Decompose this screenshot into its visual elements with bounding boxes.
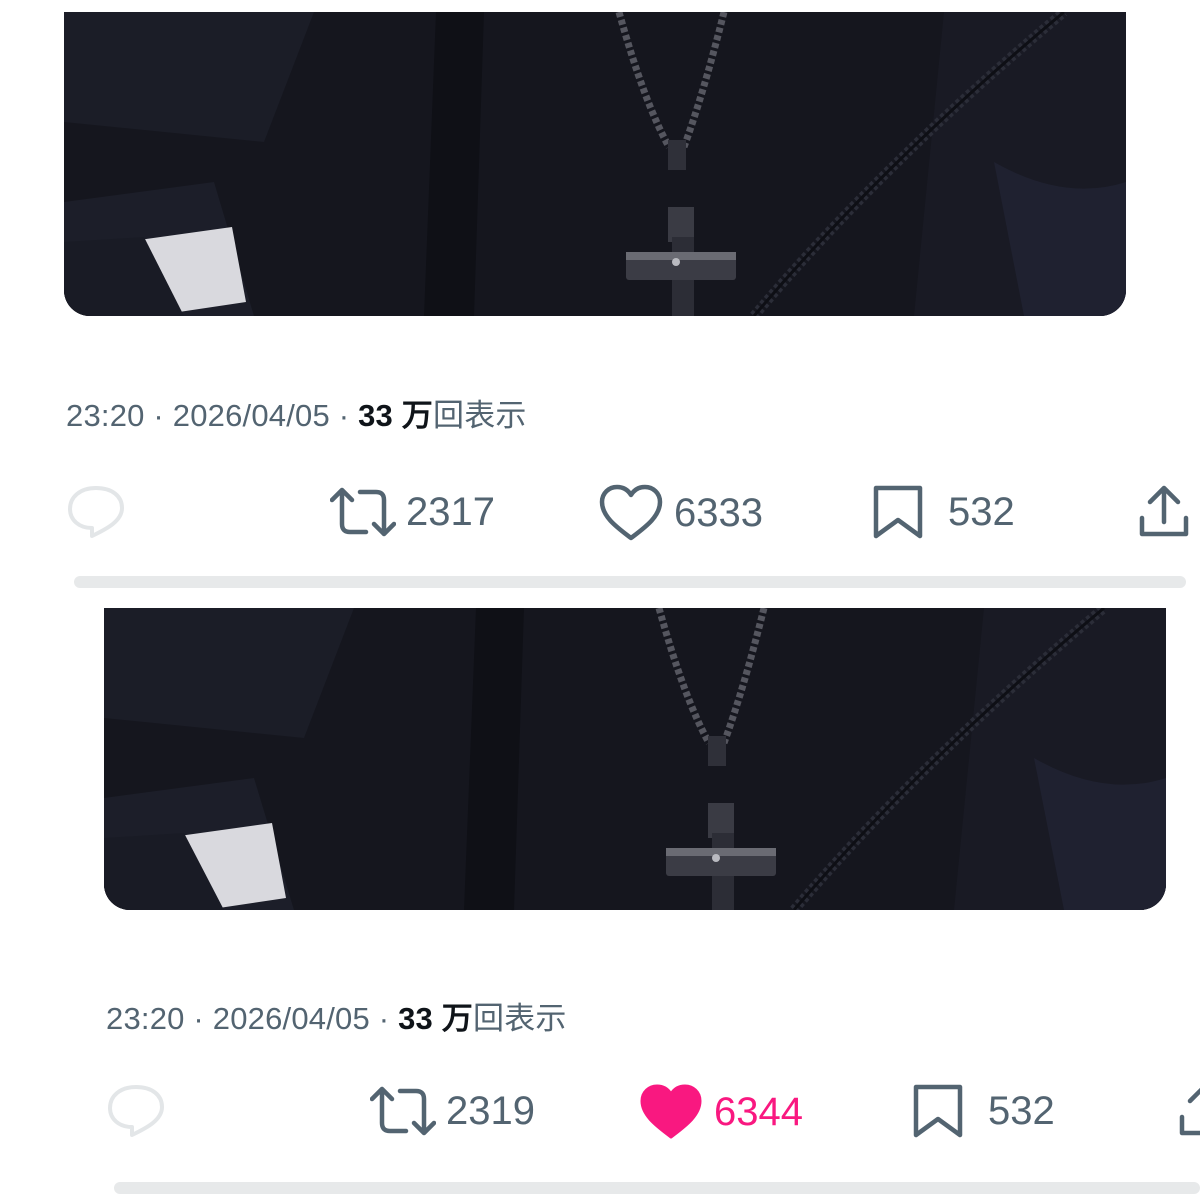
reply-icon <box>108 1085 164 1137</box>
like-button-active[interactable]: 6344 <box>638 1083 803 1141</box>
meta-separator: · <box>193 1001 204 1036</box>
share-icon <box>1139 485 1189 537</box>
post-pane-bottom: 23:20 · 2026/04/05 · 33 万回表示 2319 6344 5… <box>0 590 1200 1200</box>
share-icon <box>1179 1087 1200 1136</box>
view-count-suffix: 回表示 <box>473 1001 567 1036</box>
like-button[interactable]: 6333 <box>598 484 763 542</box>
view-count-suffix: 回表示 <box>433 398 527 433</box>
bookmark-count: 532 <box>988 1088 1055 1133</box>
post-date: 2026/04/05 <box>212 1001 370 1036</box>
reply-icon <box>68 486 124 538</box>
photo-dark-jacket-cross-necklace <box>64 12 1126 316</box>
post-time: 23:20 <box>106 1001 185 1036</box>
share-button[interactable] <box>1178 1083 1200 1139</box>
post-meta-line: 23:20 · 2026/04/05 · 33 万回表示 <box>106 993 567 1038</box>
like-count: 6333 <box>674 490 763 535</box>
section-divider <box>114 1182 1200 1194</box>
repost-button[interactable]: 2319 <box>370 1083 535 1139</box>
bookmark-icon <box>913 1084 963 1138</box>
reply-button[interactable] <box>66 484 126 540</box>
reply-button[interactable] <box>106 1083 166 1139</box>
post-media-photo[interactable] <box>64 12 1126 316</box>
post-pane-top: 23:20 · 2026/04/05 · 33 万回表示 2317 6333 5… <box>0 0 1200 590</box>
photo-dark-jacket-cross-necklace <box>104 608 1166 910</box>
meta-separator: · <box>378 1001 390 1036</box>
meta-separator: · <box>153 398 164 433</box>
repost-count: 2319 <box>446 1088 535 1133</box>
bookmark-button[interactable]: 532 <box>872 484 1015 540</box>
repost-icon <box>330 487 396 537</box>
like-count: 6344 <box>714 1089 803 1134</box>
post-meta-line: 23:20 · 2026/04/05 · 33 万回表示 <box>66 390 527 435</box>
post-time: 23:20 <box>66 398 145 433</box>
post-date: 2026/04/05 <box>172 398 330 433</box>
post-media-photo[interactable] <box>104 608 1166 910</box>
repost-button[interactable]: 2317 <box>330 484 495 540</box>
view-count[interactable]: 33 万 <box>358 398 433 433</box>
repost-count: 2317 <box>406 489 495 534</box>
meta-separator: · <box>338 398 350 433</box>
share-button[interactable] <box>1138 484 1190 540</box>
section-divider <box>74 576 1186 588</box>
repost-icon <box>370 1086 436 1136</box>
bookmark-icon <box>873 485 923 539</box>
bookmark-button[interactable]: 532 <box>912 1083 1055 1139</box>
heart-outline-icon <box>599 484 663 541</box>
view-count[interactable]: 33 万 <box>398 1001 473 1036</box>
heart-filled-icon <box>640 1084 702 1139</box>
bookmark-count: 532 <box>948 489 1015 534</box>
